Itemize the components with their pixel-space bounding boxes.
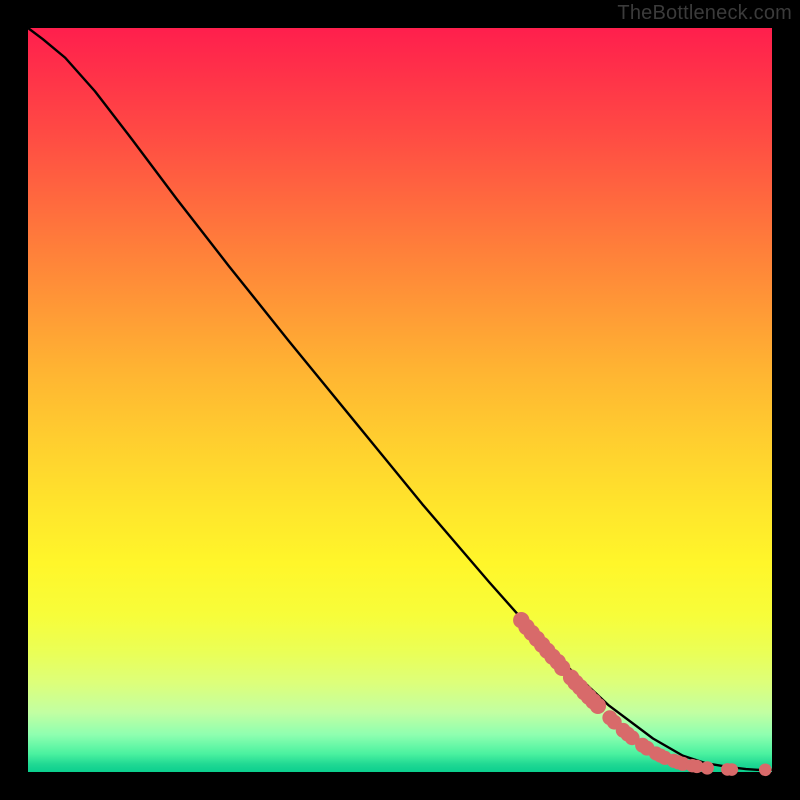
data-marker [759, 763, 772, 776]
data-marker [726, 763, 739, 776]
plot-area [28, 28, 772, 772]
marker-group [513, 612, 772, 776]
chart-frame: TheBottleneck.com [0, 0, 800, 800]
attribution-label: TheBottleneck.com [617, 2, 792, 25]
data-marker [590, 698, 606, 714]
data-marker [701, 761, 714, 774]
chart-svg [28, 28, 772, 772]
curve-line [28, 28, 772, 770]
